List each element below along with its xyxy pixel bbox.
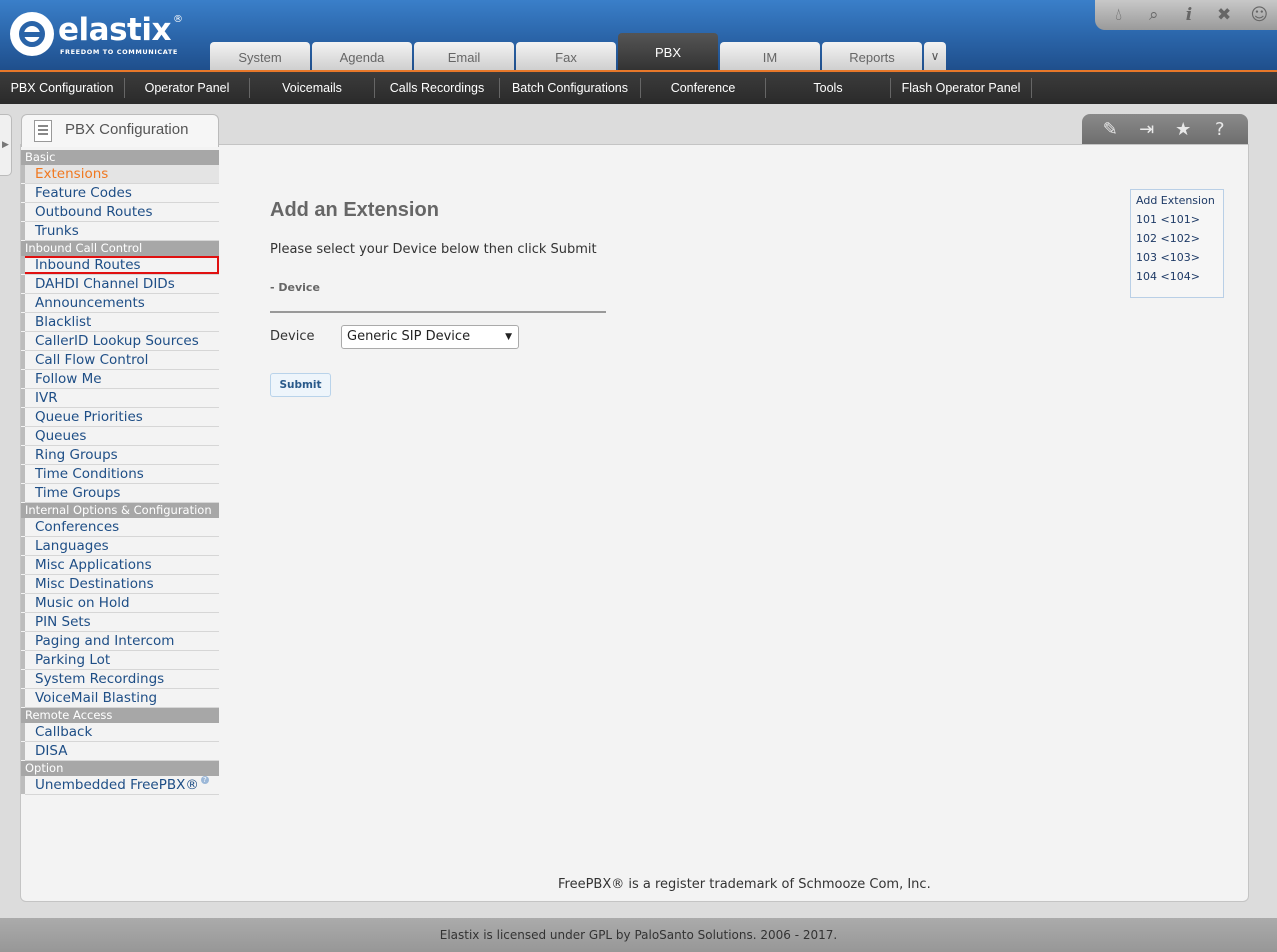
header: elastix ® FREEDOM TO COMMUNICATE 💧︎ ⌕ i … [0,0,1277,70]
section-divider [270,311,606,313]
sidebar-item-disa[interactable]: DISA [21,742,219,761]
category-inbound-call-control: Inbound Call Control [21,241,219,256]
device-select-value: Generic SIP Device [347,329,471,344]
sidebar-item-callerid-lookup-sources[interactable]: CallerID Lookup Sources [21,332,219,351]
page-tab: PBX Configuration [21,114,219,147]
info-icon[interactable]: i [1178,4,1200,26]
sidebar-item-feature-codes[interactable]: Feature Codes [21,184,219,203]
sidebar-item-pin-sets[interactable]: PIN Sets [21,613,219,632]
sidebar-item-outbound-routes[interactable]: Outbound Routes [21,203,219,222]
elastix-logo[interactable]: elastix ® FREEDOM TO COMMUNICATE [10,10,190,60]
category-remote-access: Remote Access [21,708,219,723]
sidebar-item-languages[interactable]: Languages [21,537,219,556]
page-tools: ✎ ⇥ ★ ? [1082,114,1248,144]
add-extension-link[interactable]: Add Extension [1136,194,1218,207]
logout-icon[interactable]: ⇥ [1135,119,1159,140]
sidebar-item-voicemail-blasting[interactable]: VoiceMail Blasting [21,689,219,708]
logo-registered: ® [173,14,183,25]
expand-sidebar-toggle[interactable]: ▶ [0,114,12,176]
extension-link-104[interactable]: 104 <104> [1136,270,1218,283]
category-option: Option [21,761,219,776]
page-tab-title: PBX Configuration [65,121,189,138]
tab-im[interactable]: IM [720,42,820,70]
page-title: Add an Extension [270,199,439,221]
extension-link-103[interactable]: 103 <103> [1136,251,1218,264]
subnav-calls-recordings[interactable]: Calls Recordings [375,78,500,98]
tools-icon[interactable]: ✖ [1213,4,1235,26]
extensions-list-box: Add Extension 101 <101> 102 <102> 103 <1… [1130,189,1224,298]
sidebar-item-system-recordings[interactable]: System Recordings [21,670,219,689]
tab-fax[interactable]: Fax [516,42,616,70]
sidebar-item-extensions[interactable]: Extensions [21,165,219,184]
sidebar-item-misc-applications[interactable]: Misc Applications [21,556,219,575]
help-icon[interactable]: ? [1208,119,1232,140]
sidebar-item-conferences[interactable]: Conferences [21,518,219,537]
sidebar-item-label: Unembedded FreePBX® [35,777,199,793]
sidebar-item-follow-me[interactable]: Follow Me [21,370,219,389]
sidebar-item-misc-destinations[interactable]: Misc Destinations [21,575,219,594]
sidebar-item-trunks[interactable]: Trunks [21,222,219,241]
sidebar-item-blacklist[interactable]: Blacklist [21,313,219,332]
search-icon[interactable]: ⌕ [1143,4,1165,26]
top-icon-bar: 💧︎ ⌕ i ✖ ☺ [1095,0,1277,30]
sidebar-item-dahdi-channel-dids[interactable]: DAHDI Channel DIDs [21,275,219,294]
extension-link-101[interactable]: 101 <101> [1136,213,1218,226]
subnav-voicemails[interactable]: Voicemails [250,78,375,98]
sidebar-item-paging-and-intercom[interactable]: Paging and Intercom [21,632,219,651]
document-icon [34,120,52,142]
trademark-notice: FreePBX® is a register trademark of Schm… [558,877,931,892]
help-icon[interactable]: ? [200,776,209,784]
dropdown-arrow-icon: ▼ [505,332,512,342]
device-section-header[interactable]: - Device [270,281,320,294]
theme-icon[interactable]: 💧︎ [1108,4,1130,26]
device-label: Device [270,329,315,344]
sidebar-item-queues[interactable]: Queues [21,427,219,446]
sidebar-item-ring-groups[interactable]: Ring Groups [21,446,219,465]
sidebar-item-inbound-routes[interactable]: Inbound Routes [21,256,219,275]
sidebar-item-ivr[interactable]: IVR [21,389,219,408]
submit-button[interactable]: Submit [270,373,331,397]
tab-system[interactable]: System [210,42,310,70]
device-select[interactable]: Generic SIP Device ▼ [341,325,519,349]
sidebar-item-queue-priorities[interactable]: Queue Priorities [21,408,219,427]
subnav-operator-panel[interactable]: Operator Panel [125,78,250,98]
tab-pbx[interactable]: PBX [618,33,718,70]
subnav-pbx-configuration[interactable]: PBX Configuration [0,78,125,98]
tab-email[interactable]: Email [414,42,514,70]
logo-tagline: FREEDOM TO COMMUNICATE [60,48,178,56]
user-icon[interactable]: ☺ [1248,4,1270,26]
tab-agenda[interactable]: Agenda [312,42,412,70]
sidebar-item-call-flow-control[interactable]: Call Flow Control [21,351,219,370]
subnav-flash-operator-panel[interactable]: Flash Operator Panel [891,78,1032,98]
pbx-sidebar: Basic Extensions Feature Codes Outbound … [21,150,219,795]
category-internal-options: Internal Options & Configuration [21,503,219,518]
sidebar-item-time-groups[interactable]: Time Groups [21,484,219,503]
instructions-text: Please select your Device below then cli… [270,242,597,257]
sidebar-item-parking-lot[interactable]: Parking Lot [21,651,219,670]
pbx-subnav: PBX Configuration Operator Panel Voicema… [0,70,1277,104]
subnav-tools[interactable]: Tools [766,78,891,98]
tab-reports[interactable]: Reports [822,42,922,70]
footer: Elastix is licensed under GPL by PaloSan… [0,918,1277,952]
more-tabs-chevron-icon[interactable]: ∨ [924,42,946,70]
subnav-batch-configurations[interactable]: Batch Configurations [500,78,641,98]
star-icon[interactable]: ★ [1171,119,1195,140]
sidebar-item-unembedded-freepbx[interactable]: Unembedded FreePBX®? [21,776,219,795]
logo-mark-icon [10,12,54,56]
subnav-conference[interactable]: Conference [641,78,766,98]
main-tabs: System Agenda Email Fax PBX IM Reports ∨ [210,33,946,70]
sidebar-item-time-conditions[interactable]: Time Conditions [21,465,219,484]
logo-wordmark: elastix [58,12,171,48]
sidebar-item-music-on-hold[interactable]: Music on Hold [21,594,219,613]
edit-icon[interactable]: ✎ [1098,119,1122,140]
extension-link-102[interactable]: 102 <102> [1136,232,1218,245]
sidebar-item-callback[interactable]: Callback [21,723,219,742]
category-basic: Basic [21,150,219,165]
sidebar-item-announcements[interactable]: Announcements [21,294,219,313]
